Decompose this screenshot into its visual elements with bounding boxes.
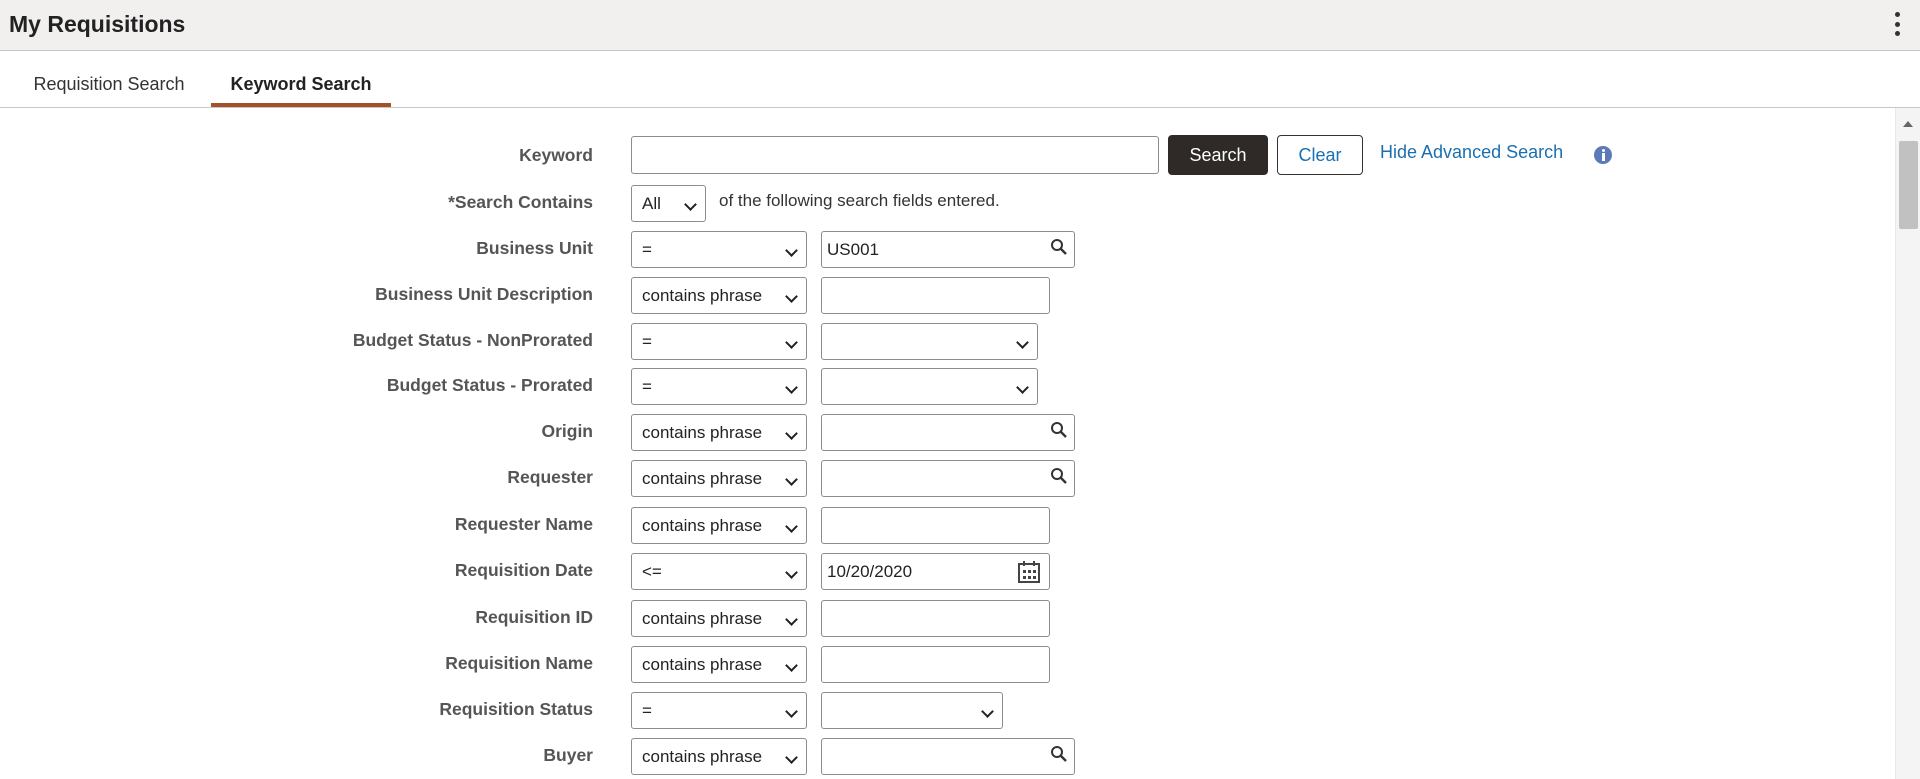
operator-select-requisition-name[interactable]: contains phrase	[631, 646, 807, 683]
search-contains-select[interactable]: All	[631, 185, 706, 222]
chevron-down-icon	[1016, 336, 1029, 349]
value-select-budget-status-prorated[interactable]	[821, 368, 1038, 405]
operator-value: =	[642, 701, 652, 720]
field-label-business-unit: Business Unit	[476, 238, 593, 258]
page-header: My Requisitions	[0, 0, 1920, 51]
value-input-buyer[interactable]	[821, 738, 1075, 775]
chevron-down-icon	[785, 659, 798, 672]
value-input-requisition-name[interactable]	[821, 646, 1050, 683]
chevron-down-icon	[785, 427, 798, 440]
search-form: Keyword Search Clear Hide Advanced Searc…	[0, 108, 1895, 779]
vertical-scrollbar[interactable]	[1895, 108, 1920, 779]
chevron-down-icon	[785, 336, 798, 349]
value-input-requisition-date[interactable]: 10/20/2020	[821, 553, 1050, 590]
operator-value: contains phrase	[642, 286, 763, 305]
operator-value: contains phrase	[642, 469, 763, 488]
search-contains-text: of the following search fields entered.	[719, 191, 1000, 210]
field-label-requisition-name: Requisition Name	[445, 653, 593, 673]
field-label-budget-status-prorated: Budget Status - Prorated	[386, 375, 593, 395]
info-icon[interactable]	[1594, 146, 1612, 164]
chevron-down-icon	[785, 473, 798, 486]
search-contains-value: All	[642, 194, 661, 213]
field-label-requester: Requester	[507, 467, 593, 487]
operator-value: contains phrase	[642, 609, 763, 628]
field-label-requester-name: Requester Name	[454, 514, 593, 534]
search-icon[interactable]	[1050, 745, 1068, 763]
page-title: My Requisitions	[9, 11, 186, 37]
operator-select-origin[interactable]: contains phrase	[631, 414, 807, 451]
value-input-requisition-id[interactable]	[821, 600, 1050, 637]
chevron-down-icon	[785, 751, 798, 764]
scroll-thumb[interactable]	[1899, 141, 1918, 229]
operator-value: contains phrase	[642, 747, 763, 766]
search-icon[interactable]	[1050, 421, 1068, 439]
operator-value: contains phrase	[642, 655, 763, 674]
search-icon[interactable]	[1050, 467, 1068, 485]
chevron-down-icon	[785, 381, 798, 394]
field-label-origin: Origin	[541, 421, 593, 441]
field-label-requisition-status: Requisition Status	[439, 699, 593, 719]
field-label-buyer: Buyer	[543, 745, 593, 765]
value-input-requester[interactable]	[821, 460, 1075, 497]
chevron-down-icon	[785, 290, 798, 303]
field-label-business-unit-description: Business Unit Description	[375, 284, 593, 304]
hide-advanced-search-link[interactable]: Hide Advanced Search	[1380, 142, 1563, 163]
business-unit-value: US001	[827, 240, 879, 259]
operator-select-budget-status-prorated[interactable]: =	[631, 368, 807, 405]
search-contains-label: *Search Contains	[448, 192, 593, 212]
operator-select-requisition-id[interactable]: contains phrase	[631, 600, 807, 637]
value-select-budget-status-nonprorated[interactable]	[821, 323, 1038, 360]
chevron-down-icon	[785, 244, 798, 257]
operator-select-business-unit-description[interactable]: contains phrase	[631, 277, 807, 314]
operator-value: =	[642, 240, 652, 259]
operator-select-requester[interactable]: contains phrase	[631, 460, 807, 497]
keyword-input[interactable]	[631, 136, 1159, 174]
tab-bar: Requisition Search Keyword Search	[0, 51, 1920, 108]
kebab-menu-icon[interactable]	[1894, 12, 1900, 36]
calendar-icon[interactable]	[1017, 560, 1041, 584]
operator-value: <=	[642, 562, 662, 581]
requisition-date-value: 10/20/2020	[827, 562, 913, 581]
search-icon[interactable]	[1050, 238, 1068, 256]
chevron-down-icon	[684, 198, 697, 211]
operator-value: =	[642, 332, 652, 351]
operator-select-requester-name[interactable]: contains phrase	[631, 507, 807, 544]
operator-select-business-unit[interactable]: =	[631, 231, 807, 268]
operator-select-buyer[interactable]: contains phrase	[631, 738, 807, 775]
chevron-down-icon	[785, 705, 798, 718]
value-input-origin[interactable]	[821, 414, 1075, 451]
field-label-budget-status-nonprorated: Budget Status - NonProrated	[352, 330, 593, 350]
clear-button[interactable]: Clear	[1277, 135, 1363, 175]
chevron-down-icon	[981, 705, 994, 718]
value-input-business-unit[interactable]: US001	[821, 231, 1075, 268]
operator-select-budget-status-nonprorated[interactable]: =	[631, 323, 807, 360]
search-button[interactable]: Search	[1168, 135, 1268, 175]
chevron-down-icon	[785, 613, 798, 626]
tab-keyword-search[interactable]: Keyword Search	[211, 51, 391, 107]
value-input-business-unit-description[interactable]	[821, 277, 1050, 314]
field-label-requisition-id: Requisition ID	[475, 607, 593, 627]
scroll-up-arrow-icon[interactable]	[1903, 121, 1913, 127]
operator-value: contains phrase	[642, 423, 763, 442]
operator-value: contains phrase	[642, 516, 763, 535]
chevron-down-icon	[785, 520, 798, 533]
keyword-label: Keyword	[519, 145, 593, 165]
operator-select-requisition-date[interactable]: <=	[631, 553, 807, 590]
field-label-requisition-date: Requisition Date	[454, 560, 593, 580]
operator-value: =	[642, 377, 652, 396]
operator-select-requisition-status[interactable]: =	[631, 692, 807, 729]
chevron-down-icon	[785, 566, 798, 579]
value-input-requester-name[interactable]	[821, 507, 1050, 544]
chevron-down-icon	[1016, 381, 1029, 394]
value-select-requisition-status[interactable]	[821, 692, 1003, 729]
tab-requisition-search[interactable]: Requisition Search	[14, 51, 204, 107]
